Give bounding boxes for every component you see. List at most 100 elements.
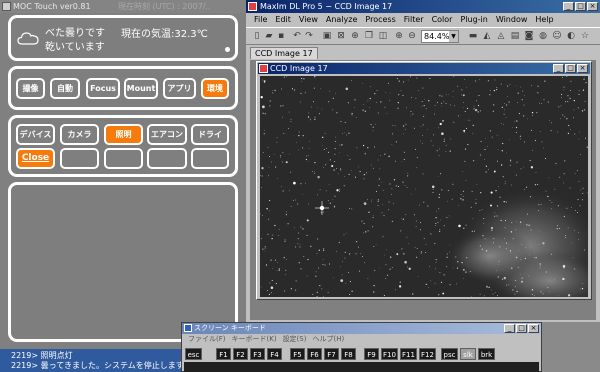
nav-panel: 撮像 自動 Focus Mount アプリ 環境 [8, 66, 238, 110]
weather-status-line1: べた曇りです [45, 28, 105, 39]
planet-icon[interactable]: ◍ [538, 31, 548, 41]
keyboard-menu-help[interactable]: ヘルプ(H) [309, 334, 347, 345]
observatory-icon[interactable]: ◙ [524, 31, 534, 41]
empty-slot-button[interactable] [147, 148, 187, 169]
close-button[interactable]: × [577, 64, 588, 73]
key-f9[interactable]: F9 [364, 348, 379, 360]
menu-file[interactable]: File [250, 13, 271, 26]
zoom-in-icon[interactable]: ⊕ [394, 31, 404, 41]
key-f11[interactable]: F11 [400, 348, 417, 360]
tab-ccd-image[interactable]: CCD Image 17 [250, 47, 318, 59]
key-psc[interactable]: psc [441, 348, 458, 360]
close-button[interactable]: × [587, 2, 598, 11]
image-window: CCD Image 17 _ □ × [256, 61, 592, 300]
crop-icon[interactable]: ⊠ [336, 31, 346, 41]
maximize-button[interactable]: □ [575, 2, 586, 11]
keyboard-menu-file[interactable]: ファイル(F) [185, 334, 229, 345]
chevron-down-icon: ▼ [449, 31, 458, 42]
maxim-title-bar[interactable]: MaxIm DL Pro 5 − CCD Image 17 _ □ × [246, 0, 600, 13]
device-list-button[interactable]: デバイス [16, 124, 55, 145]
smiley-icon[interactable]: ☺ [552, 31, 562, 41]
menu-plugin[interactable]: Plug-in [456, 13, 491, 26]
ccd-star-field-image[interactable] [260, 76, 588, 297]
menu-window[interactable]: Window [492, 13, 532, 26]
image-view-icon[interactable]: ▣ [322, 31, 332, 41]
nav-mount-button[interactable]: Mount [124, 78, 158, 99]
nav-apps-button[interactable]: アプリ [163, 78, 196, 99]
moc-touch-window: MOC Touch ver0.81 現在時刻 (UTC) : 2007/.. べ… [0, 0, 246, 372]
close-button[interactable]: Close [16, 148, 55, 169]
menu-color[interactable]: Color [428, 13, 457, 26]
cloud-icon [17, 32, 39, 45]
keyboard-menu-settings[interactable]: 設定(S) [280, 334, 310, 345]
keyboard-icon [184, 324, 192, 332]
star-icon[interactable]: ☆ [580, 31, 590, 41]
keyboard-menu-keyboard[interactable]: キーボード(K) [229, 334, 280, 345]
key-brk[interactable]: brk [478, 348, 495, 360]
nav-environment-button[interactable]: 環境 [201, 78, 229, 99]
menu-analyze[interactable]: Analyze [322, 13, 362, 26]
keyboard-number-row[interactable] [184, 362, 539, 372]
key-f5[interactable]: F5 [290, 348, 305, 360]
save-icon[interactable]: ▪ [276, 31, 286, 41]
menu-view[interactable]: View [295, 13, 322, 26]
empty-slot-button[interactable] [191, 148, 229, 169]
maximize-button[interactable]: □ [565, 64, 576, 73]
document-tab-bar: CCD Image 17 [246, 46, 600, 60]
image-window-title: CCD Image 17 [270, 64, 328, 73]
maximize-button[interactable]: □ [516, 324, 527, 333]
empty-slot-button[interactable] [60, 148, 99, 169]
lighting-button[interactable]: 照明 [104, 124, 143, 145]
menu-help[interactable]: Help [531, 13, 557, 26]
moc-title: MOC Touch ver0.81 [13, 2, 91, 11]
key-f8[interactable]: F8 [341, 348, 356, 360]
device-panel: デバイス カメラ 照明 エアコン ドライ Close [8, 115, 238, 177]
key-f10[interactable]: F10 [381, 348, 398, 360]
menu-filter[interactable]: Filter [400, 13, 428, 26]
nav-auto-button[interactable]: 自動 [50, 78, 80, 99]
dryer-button[interactable]: ドライ [191, 124, 229, 145]
status-panel: べた曇りです 乾いています 現在の気温:32.3℃ [8, 15, 238, 61]
telescope-icon[interactable]: ◬ [496, 31, 506, 41]
nav-capture-button[interactable]: 撮像 [16, 78, 45, 99]
key-f1[interactable]: F1 [216, 348, 231, 360]
key-esc[interactable]: esc [185, 348, 202, 360]
screen-stretch-icon[interactable]: ◫ [378, 31, 388, 41]
moc-title-bar[interactable]: MOC Touch ver0.81 現在時刻 (UTC) : 2007/.. [0, 0, 246, 13]
key-f12[interactable]: F12 [419, 348, 436, 360]
key-f2[interactable]: F2 [233, 348, 248, 360]
aircon-button[interactable]: エアコン [147, 124, 187, 145]
camera-control-icon[interactable]: ▤ [510, 31, 520, 41]
menu-edit[interactable]: Edit [271, 13, 295, 26]
moc-title-clock: 現在時刻 (UTC) : 2007/.. [118, 2, 211, 11]
minimize-button[interactable]: _ [553, 64, 564, 73]
minimize-button[interactable]: _ [504, 324, 515, 333]
open-folder-icon[interactable]: ▰ [264, 31, 274, 41]
keyboard-title-bar[interactable]: スクリーン キーボード _ □ × [182, 323, 541, 334]
close-button[interactable]: × [528, 324, 539, 333]
key-slk[interactable]: slk [460, 348, 476, 360]
menu-bar: File Edit View Analyze Process Filter Co… [246, 13, 600, 26]
info-icon[interactable]: ▬ [468, 31, 478, 41]
new-file-icon[interactable]: ▯ [252, 31, 262, 41]
undo-icon[interactable]: ↶ [292, 31, 302, 41]
menu-process[interactable]: Process [361, 13, 399, 26]
chart-icon[interactable]: ◭ [482, 31, 492, 41]
minimize-button[interactable]: _ [563, 2, 574, 11]
key-f6[interactable]: F6 [307, 348, 322, 360]
zoom-select[interactable]: 84.4% ▼ [421, 30, 459, 43]
camera-button[interactable]: カメラ [60, 124, 99, 145]
zoom-out-icon[interactable]: ⊖ [407, 31, 417, 41]
nav-focus-button[interactable]: Focus [86, 78, 120, 99]
copy-icon[interactable]: ❐ [364, 31, 374, 41]
app-icon [248, 2, 257, 11]
key-f3[interactable]: F3 [250, 348, 265, 360]
zoom-value: 84.4% [424, 32, 450, 41]
key-f7[interactable]: F7 [324, 348, 339, 360]
globe-icon[interactable]: ◐ [566, 31, 576, 41]
image-window-title-bar[interactable]: CCD Image 17 _ □ × [258, 63, 590, 74]
crosshair-icon[interactable]: ⊕ [350, 31, 360, 41]
redo-icon[interactable]: ↷ [304, 31, 314, 41]
key-f4[interactable]: F4 [267, 348, 282, 360]
empty-slot-button[interactable] [104, 148, 143, 169]
